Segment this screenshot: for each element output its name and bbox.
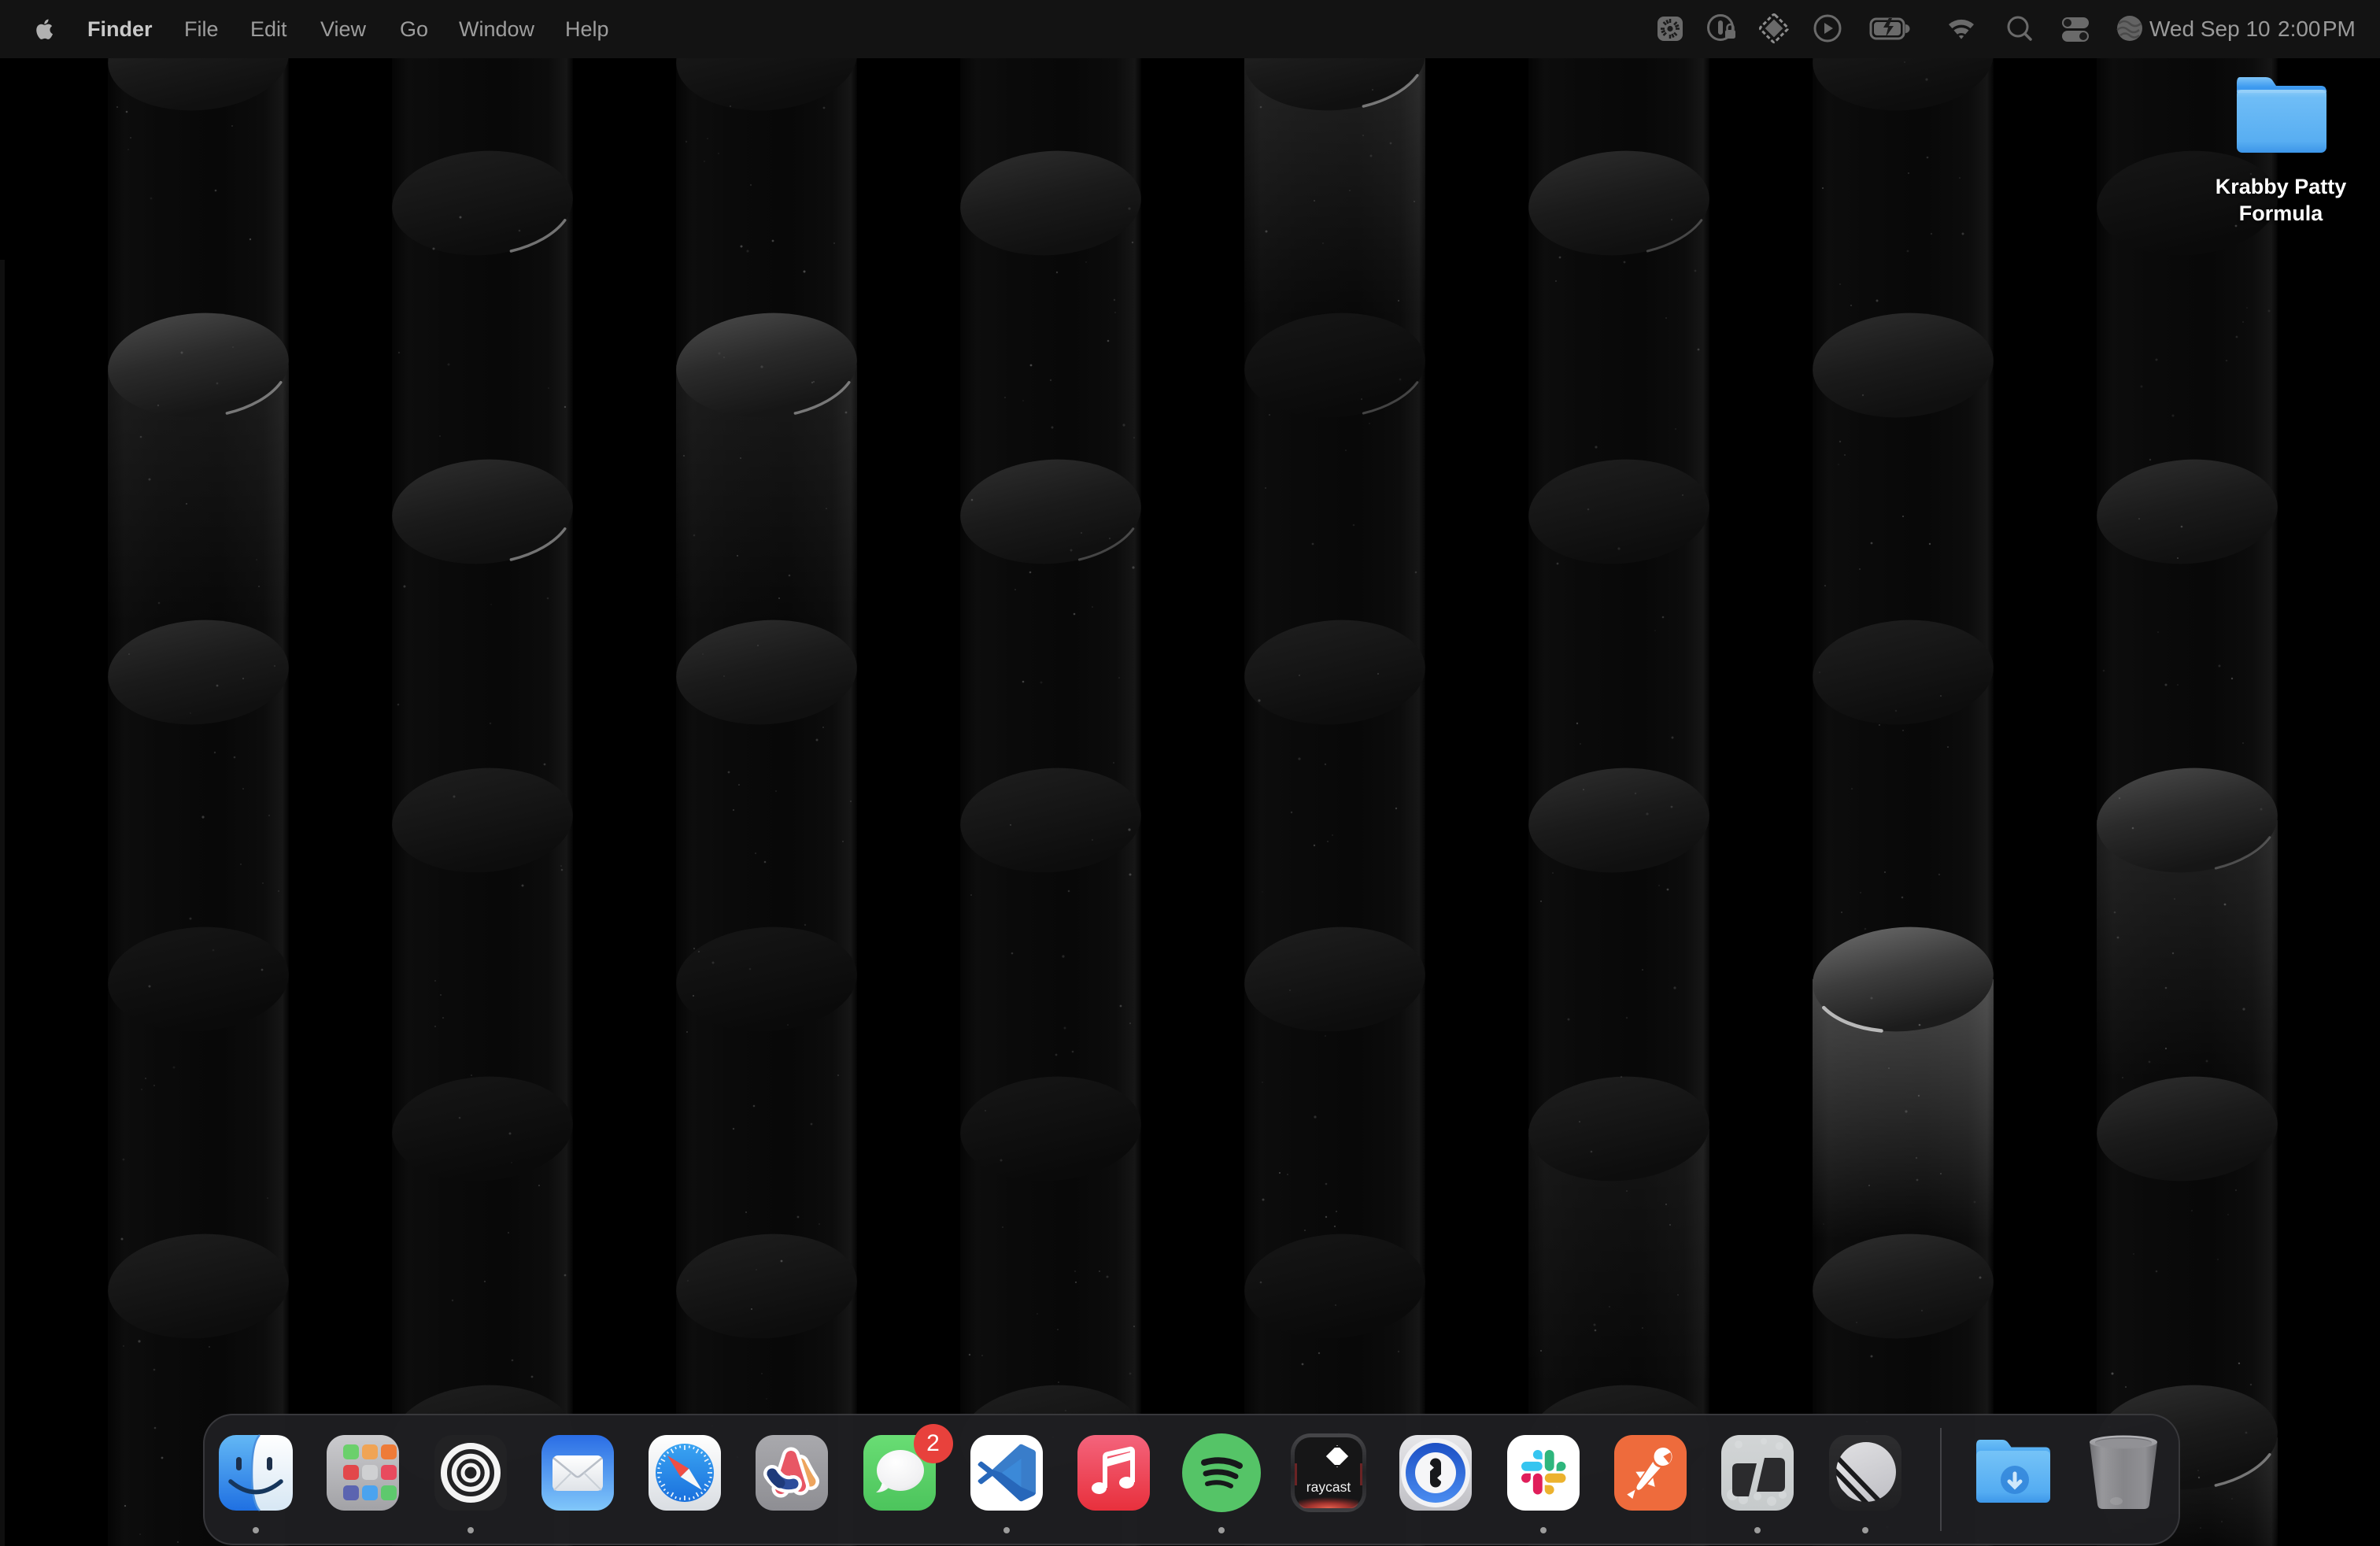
svg-text:raycast: raycast bbox=[1306, 1479, 1351, 1495]
